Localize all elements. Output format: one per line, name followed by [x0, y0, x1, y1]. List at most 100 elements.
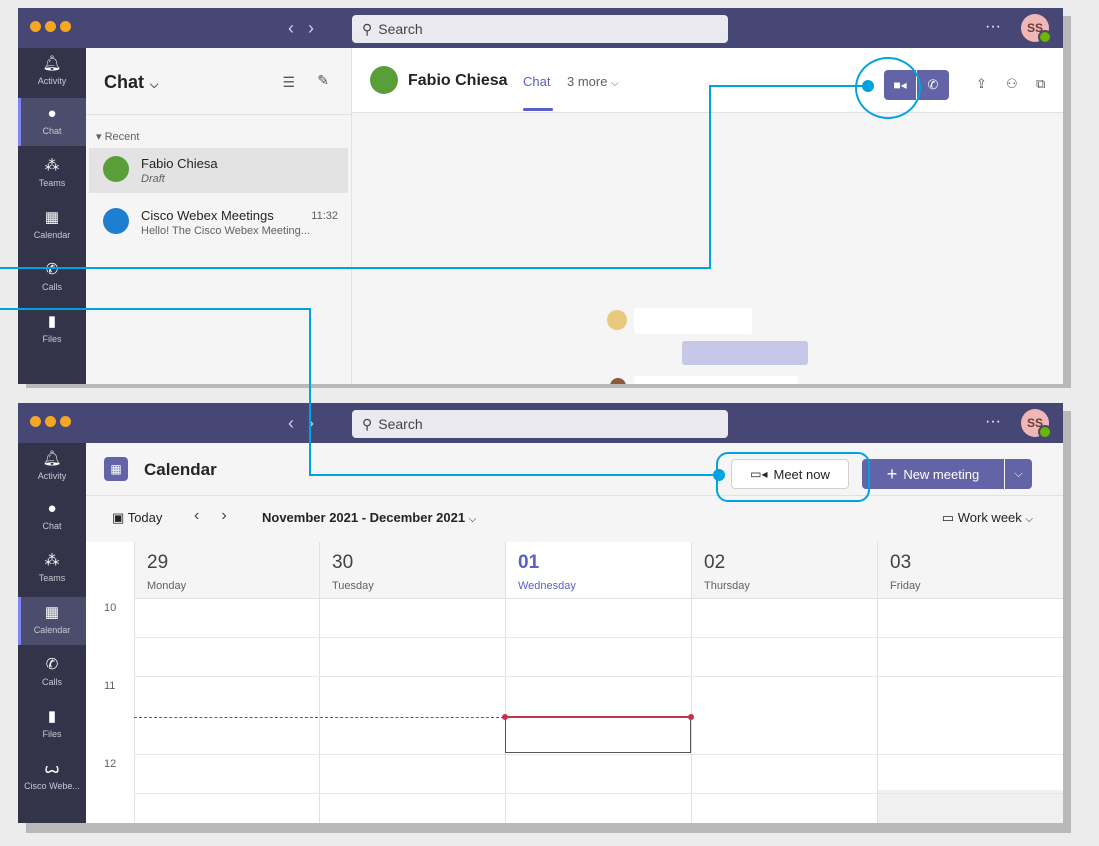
new-chat-icon[interactable]: ✎: [317, 72, 329, 89]
search-input[interactable]: ⚲ Search: [352, 15, 728, 43]
rail-calendar[interactable]: ▦ Calendar: [18, 597, 86, 645]
title-bar: ‹› ⚲ Search ··· SS: [18, 8, 1063, 48]
filter-icon[interactable]: ☰: [282, 74, 295, 91]
webex-icon: ꙍ: [44, 760, 60, 777]
new-meeting-button[interactable]: + New meeting: [862, 459, 1004, 489]
hour-label: 11: [104, 680, 116, 692]
bell-icon: 🔔︎: [42, 450, 62, 467]
tab-chat[interactable]: Chat: [523, 74, 550, 89]
tab-more[interactable]: 3 more ⌵: [567, 74, 619, 89]
non-working-hours: [878, 790, 1063, 823]
day-header-wednesday[interactable]: 01 Wednesday: [505, 542, 691, 599]
rail-chat[interactable]: ● Chat: [18, 98, 86, 146]
page-title: Calendar: [144, 460, 217, 479]
app-bar: 🔔︎ Activity ● Chat ⁂ Teams ▦ Calendar ✆ Calls…: [18, 443, 86, 823]
rail-activity[interactable]: 🔔︎ Activity: [18, 443, 86, 491]
day-column[interactable]: [319, 599, 505, 823]
message-avatar: [607, 310, 627, 330]
day-header-friday[interactable]: 03 Friday: [877, 542, 1063, 599]
rail-chat[interactable]: ● Chat: [18, 493, 86, 541]
today-button[interactable]: ▣ Today: [112, 510, 162, 526]
current-time-dot: [502, 714, 508, 720]
active-tab-indicator: [523, 108, 553, 111]
rail-calls[interactable]: ✆ Calls: [18, 649, 86, 697]
chat-list-title[interactable]: Chat ⌵: [104, 72, 158, 93]
pop-out-icon[interactable]: ⧉: [1036, 76, 1045, 92]
calendar-today-icon: ▣: [112, 510, 125, 525]
teams-icon: ⁂: [44, 157, 60, 174]
day-column[interactable]: [505, 599, 691, 823]
app-bar: 🔔︎ Activity ● Chat ⁂ Teams ▦ Calendar ✆ Calls…: [18, 48, 86, 384]
current-time-dot: [688, 714, 694, 720]
message-bubble: [634, 308, 752, 334]
minimize-window-button[interactable]: [45, 21, 56, 32]
rail-teams[interactable]: ⁂ Teams: [18, 545, 86, 593]
message-bubble-own: [682, 341, 808, 365]
search-icon: ⚲: [362, 20, 373, 37]
close-window-button[interactable]: [30, 416, 41, 427]
window-shadow: [1063, 411, 1071, 831]
maximize-window-button[interactable]: [60, 21, 71, 32]
more-options-button[interactable]: ···: [985, 18, 1001, 36]
rail-cisco-webex[interactable]: ꙍ Cisco Webe...: [18, 753, 86, 801]
hour-line: [134, 676, 1063, 677]
view-icon: ▭: [941, 510, 955, 525]
current-time-indicator: [505, 716, 691, 718]
selected-time-slot[interactable]: [505, 717, 691, 753]
rail-teams[interactable]: ⁂ Teams: [18, 150, 86, 198]
rail-files[interactable]: ▮ Files: [18, 701, 86, 749]
presence-badge: [1038, 30, 1052, 44]
history-nav-arrows[interactable]: ‹›: [288, 18, 328, 39]
chat-icon: ●: [47, 500, 57, 517]
search-icon: ⚲: [362, 415, 373, 432]
user-avatar[interactable]: SS: [1021, 409, 1052, 439]
close-window-button[interactable]: [30, 21, 41, 32]
window-shadow: [26, 823, 1071, 833]
webex-avatar: [103, 208, 129, 234]
calendar-header: ▦ Calendar ▭◂ Meet now + New meeting ⌵: [86, 443, 1063, 496]
chat-item-cisco-webex[interactable]: Cisco Webex Meetings Hello! The Cisco We…: [89, 200, 348, 245]
user-avatar[interactable]: SS: [1021, 14, 1052, 44]
calendar-grid: 29 Monday 30 Tuesday 01 Wednesday 02 Thursda…: [86, 542, 1063, 823]
view-selector[interactable]: ▭ Work week ⌵: [942, 510, 1033, 526]
search-input[interactable]: ⚲ Search: [352, 410, 728, 438]
day-header-thursday[interactable]: 02 Thursday: [691, 542, 877, 599]
meet-now-highlight: [716, 452, 870, 502]
rail-calendar[interactable]: ▦ Calendar: [18, 202, 86, 250]
message-avatar: [610, 378, 626, 384]
new-meeting-dropdown[interactable]: ⌵: [1005, 459, 1032, 489]
minimize-window-button[interactable]: [45, 416, 56, 427]
chat-item-fabio-chiesa[interactable]: Fabio Chiesa Draft: [89, 148, 348, 193]
presence-badge: [1038, 425, 1052, 439]
audio-call-button[interactable]: ✆: [917, 70, 949, 100]
teams-calendar-window: ‹› ⚲ Search ··· SS 🔔︎ Activity ● Chat ⁂ Team…: [18, 403, 1063, 823]
callout-line: [710, 85, 865, 87]
conversation-header: Fabio Chiesa Chat 3 more ⌵ ■◂ ✆ ⇪ ⚇ ⧉: [352, 48, 1063, 113]
more-options-button[interactable]: ···: [985, 413, 1001, 431]
callout-line: [0, 267, 711, 269]
current-time-line: [134, 717, 504, 718]
history-nav-arrows[interactable]: ‹›: [288, 413, 328, 434]
date-range-picker[interactable]: November 2021 - December 2021 ⌵: [262, 510, 476, 525]
day-header-tuesday[interactable]: 30 Tuesday: [319, 542, 505, 599]
recent-section-header[interactable]: ▾ Recent: [96, 130, 139, 143]
maximize-window-button[interactable]: [60, 416, 71, 427]
chat-list-pane: Chat ⌵ ☰ ✎ ▾ Recent Fabio Chiesa Draft Ci…: [86, 48, 352, 384]
phone-icon: ✆: [45, 261, 59, 278]
share-screen-icon[interactable]: ⇪: [976, 76, 987, 92]
chat-icon: ●: [47, 105, 57, 122]
add-people-icon[interactable]: ⚇: [1006, 76, 1018, 92]
plus-icon: +: [886, 463, 898, 484]
day-header-monday[interactable]: 29 Monday: [134, 542, 319, 599]
title-bar: ‹› ⚲ Search ··· SS: [18, 403, 1063, 443]
rail-activity[interactable]: 🔔︎ Activity: [18, 48, 86, 96]
phone-icon: ✆: [927, 77, 939, 92]
callout-line: [709, 85, 711, 268]
rail-files[interactable]: ▮ Files: [18, 306, 86, 354]
day-column[interactable]: [691, 599, 877, 823]
rail-calls[interactable]: ✆ Calls: [18, 254, 86, 302]
phone-icon: ✆: [45, 656, 59, 673]
day-column[interactable]: [134, 599, 319, 823]
date-nav-arrows[interactable]: ‹›: [194, 507, 249, 525]
chevron-down-icon: ⌵: [1025, 514, 1033, 525]
